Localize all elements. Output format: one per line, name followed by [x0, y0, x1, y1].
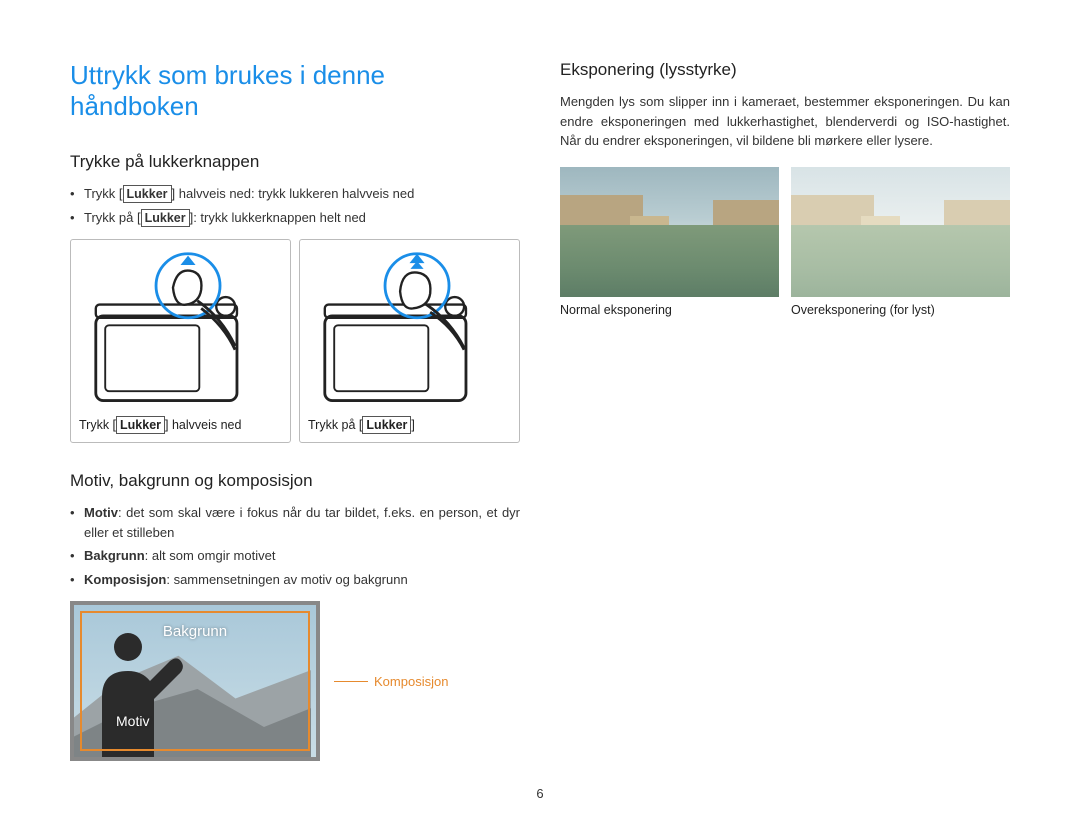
page-title: Uttrykk som brukes i denne håndboken	[70, 60, 520, 122]
section-heading-composition: Motiv, bakgrunn og komposisjon	[70, 471, 520, 491]
label-motiv: Motiv	[116, 713, 149, 729]
bullet-item: Trykk på [Lukker]: trykk lukkerknappen h…	[70, 208, 520, 228]
camera-full-press-illustration	[308, 250, 511, 410]
section-heading-exposure: Eksponering (lysstyrke)	[560, 60, 1010, 80]
figure-full-press: Trykk på [Lukker]	[299, 239, 520, 443]
figure-caption: Trykk [Lukker] halvveis ned	[79, 416, 282, 434]
label-komposisjon: Komposisjon	[374, 674, 448, 689]
composition-figure: Bakgrunn Motiv Komposisjon	[70, 601, 520, 761]
page-number: 6	[536, 786, 543, 801]
bullet-item: Motiv: det som skal være i fokus når du …	[70, 503, 520, 542]
composition-image: Bakgrunn Motiv	[70, 601, 320, 761]
composition-bullet-list: Motiv: det som skal være i fokus når du …	[70, 503, 520, 589]
exposure-paragraph: Mengden lys som slipper inn i kameraet, …	[560, 92, 1010, 151]
key-label: Lukker	[141, 209, 190, 227]
shutter-bullet-list: Trykk [Lukker] halvveis ned: trykk lukke…	[70, 184, 520, 227]
photo-normal-exposure: Normal eksponering	[560, 167, 779, 317]
figure-caption: Trykk på [Lukker]	[308, 416, 511, 434]
left-column: Uttrykk som brukes i denne håndboken Try…	[70, 60, 520, 761]
section-heading-shutter: Trykke på lukkerknappen	[70, 152, 520, 172]
photo-caption: Normal eksponering	[560, 303, 779, 317]
page-content: Uttrykk som brukes i denne håndboken Try…	[0, 0, 1080, 781]
key-label: Lukker	[123, 185, 172, 203]
figure-half-press: Trykk [Lukker] halvveis ned	[70, 239, 291, 443]
composition-pointer: Komposisjon	[334, 674, 448, 689]
label-bakgrunn: Bakgrunn	[163, 623, 227, 640]
photo-over-exposure: Overeksponering (for lyst)	[791, 167, 1010, 317]
photo-image	[791, 167, 1010, 297]
bullet-item: Komposisjon: sammensetningen av motiv og…	[70, 570, 520, 590]
bullet-item: Trykk [Lukker] halvveis ned: trykk lukke…	[70, 184, 520, 204]
shutter-figure-row: Trykk [Lukker] halvveis ned Tr	[70, 239, 520, 443]
camera-half-press-illustration	[79, 250, 282, 410]
bullet-item: Bakgrunn: alt som omgir motivet	[70, 546, 520, 566]
exposure-photo-row: Normal eksponering Overeksponering (for …	[560, 167, 1010, 317]
photo-caption: Overeksponering (for lyst)	[791, 303, 1010, 317]
photo-image	[560, 167, 779, 297]
right-column: Eksponering (lysstyrke) Mengden lys som …	[560, 60, 1010, 761]
